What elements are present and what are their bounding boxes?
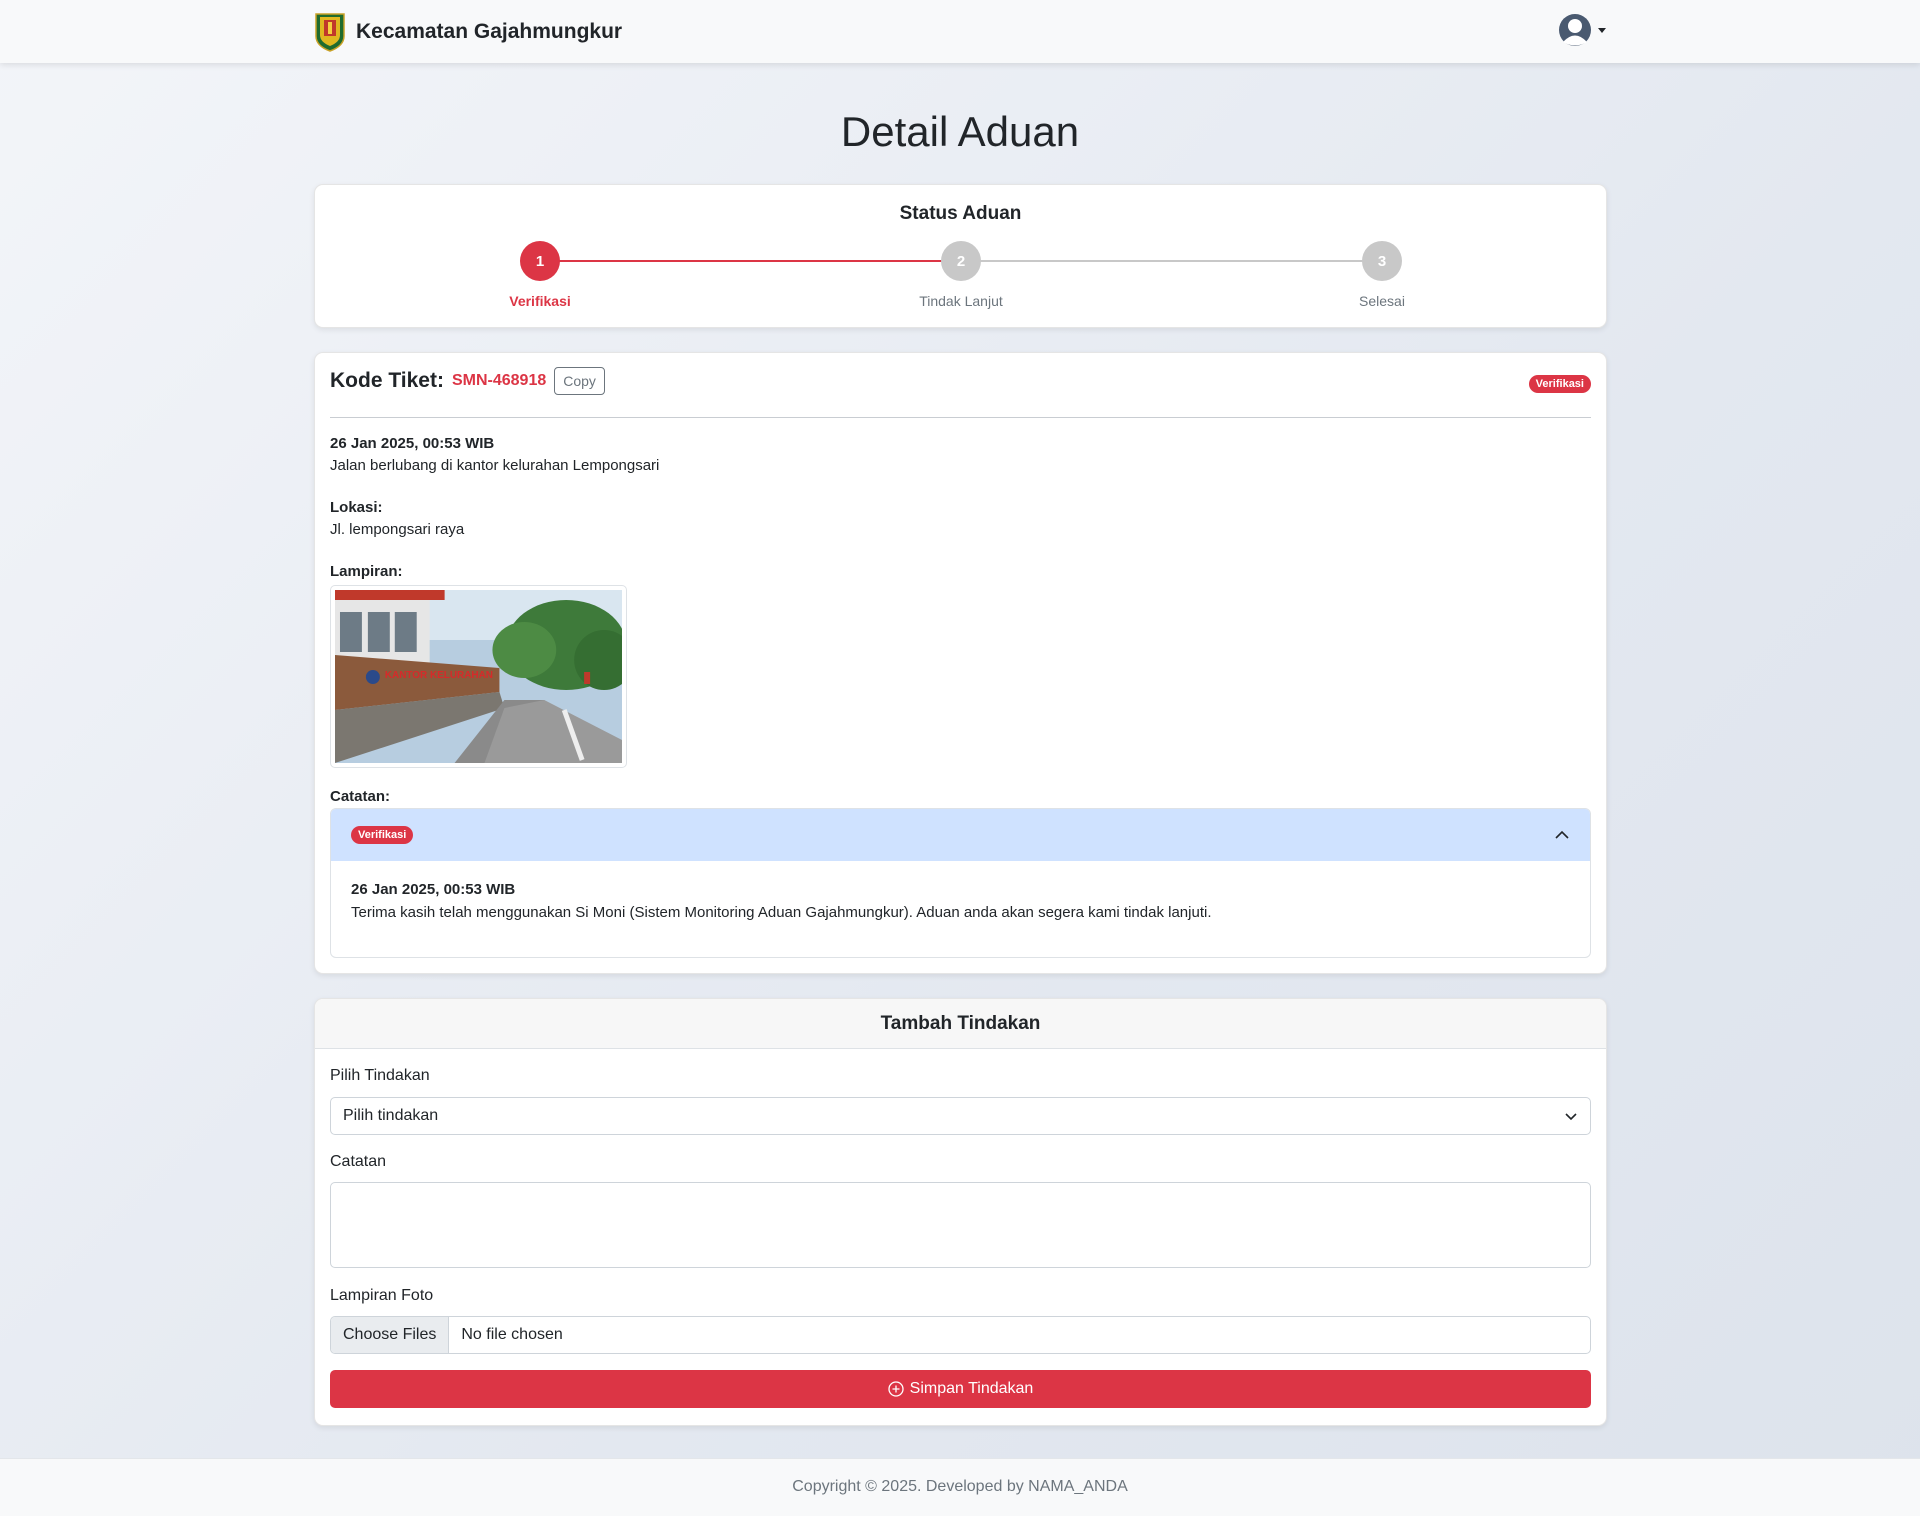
attachment-section: Lampiran:: [330, 563, 403, 585]
step-3-label: Selesai: [1359, 293, 1405, 309]
photo-field-label: Lampiran Foto: [330, 1287, 434, 1304]
note-status-badge: Verifikasi: [351, 826, 414, 844]
step-2-circle: 2: [941, 241, 981, 281]
note-text: Terima kasih telah menggunakan Si Moni (…: [351, 904, 1212, 921]
status-title: Status Aduan: [899, 203, 1022, 224]
copy-button[interactable]: Copy: [554, 367, 605, 395]
user-menu-toggle[interactable]: [1558, 13, 1606, 47]
attachment-thumbnail[interactable]: KANTOR KELURAHAN: [330, 585, 627, 768]
action-select[interactable]: Pilih tindakan: [330, 1097, 1591, 1135]
complaint-datetime: 26 Jan 2025, 00:53 WIB: [330, 435, 495, 452]
brand[interactable]: Kecamatan Gajahmungkur: [314, 10, 622, 54]
chevron-down-icon: [1598, 27, 1606, 33]
step-1-circle: 1: [520, 241, 560, 281]
chevron-down-icon: [1565, 1113, 1577, 1121]
street-photo: KANTOR KELURAHAN: [335, 590, 622, 763]
notes-field-label: Catatan: [330, 1153, 387, 1170]
notes-section: Catatan:: [330, 788, 390, 810]
status-card: Status Aduan 1 2 3 Verifikasi Tindak Lan…: [314, 184, 1607, 328]
ticket-header: Kode Tiket: SMN-468918 Copy: [330, 367, 605, 395]
ticket-label: Kode Tiket:: [330, 369, 444, 392]
navbar: Kecamatan Gajahmungkur: [0, 0, 1920, 63]
page-title: Detail Aduan: [840, 108, 1080, 155]
kecamatan-emblem-icon: [315, 13, 345, 52]
complaint-summary: 26 Jan 2025, 00:53 WIB Jalan berlubang d…: [330, 435, 659, 474]
location-value: Jl. lempongsari raya: [330, 521, 465, 538]
progress-line-complete: [540, 260, 961, 262]
step-1-label: Verifikasi: [509, 293, 571, 309]
divider: [330, 417, 1591, 418]
svg-text:KANTOR KELURAHAN: KANTOR KELURAHAN: [385, 670, 493, 681]
brand-name: Kecamatan Gajahmungkur: [356, 20, 623, 43]
form-title: Tambah Tindakan: [315, 999, 1606, 1049]
plus-circle-icon: [888, 1381, 904, 1397]
action-select-value: Pilih tindakan: [343, 1107, 439, 1124]
choose-files-button[interactable]: Choose Files: [331, 1317, 450, 1353]
notes-textarea[interactable]: [330, 1182, 1591, 1268]
chevron-up-icon: [1555, 830, 1569, 839]
step-3-circle: 3: [1362, 241, 1402, 281]
copyright-text: Copyright © 2025. Developed by NAMA_ANDA: [792, 1478, 1128, 1495]
location-label: Lokasi:: [330, 499, 383, 516]
attachment-label: Lampiran:: [330, 563, 403, 580]
file-status: No file chosen: [461, 1326, 563, 1343]
photo-file-input[interactable]: Choose Files No file chosen: [330, 1316, 1591, 1354]
action-select-label: Pilih Tindakan: [330, 1067, 430, 1084]
notes-accordion: Verifikasi 26 Jan 2025, 00:53 WIB Terima…: [330, 808, 1591, 958]
notes-label: Catatan:: [330, 788, 391, 805]
save-action-label: Simpan Tindakan: [909, 1380, 1034, 1397]
user-avatar-icon: [1559, 14, 1591, 46]
status-badge: Verifikasi: [1528, 375, 1591, 393]
complaint-location: Lokasi: Jl. lempongsari raya: [330, 499, 464, 538]
accordion-body: 26 Jan 2025, 00:53 WIB Terima kasih tela…: [331, 861, 1590, 941]
step-2-label: Tindak Lanjut: [919, 293, 1003, 309]
save-action-button[interactable]: Simpan Tindakan: [330, 1370, 1591, 1408]
note-datetime: 26 Jan 2025, 00:53 WIB: [351, 881, 516, 898]
ticket-code: SMN-468918: [451, 372, 547, 389]
complaint-description: Jalan berlubang di kantor kelurahan Lemp…: [330, 457, 660, 474]
accordion-header[interactable]: Verifikasi: [331, 809, 1590, 861]
progress-line-pending: [961, 260, 1382, 262]
footer: Copyright © 2025. Developed by NAMA_ANDA: [0, 1458, 1920, 1516]
action-form-card: Tambah Tindakan Pilih Tindakan Pilih tin…: [314, 998, 1607, 1426]
ticket-card: Kode Tiket: SMN-468918 Copy Verifikasi 2…: [314, 352, 1607, 974]
